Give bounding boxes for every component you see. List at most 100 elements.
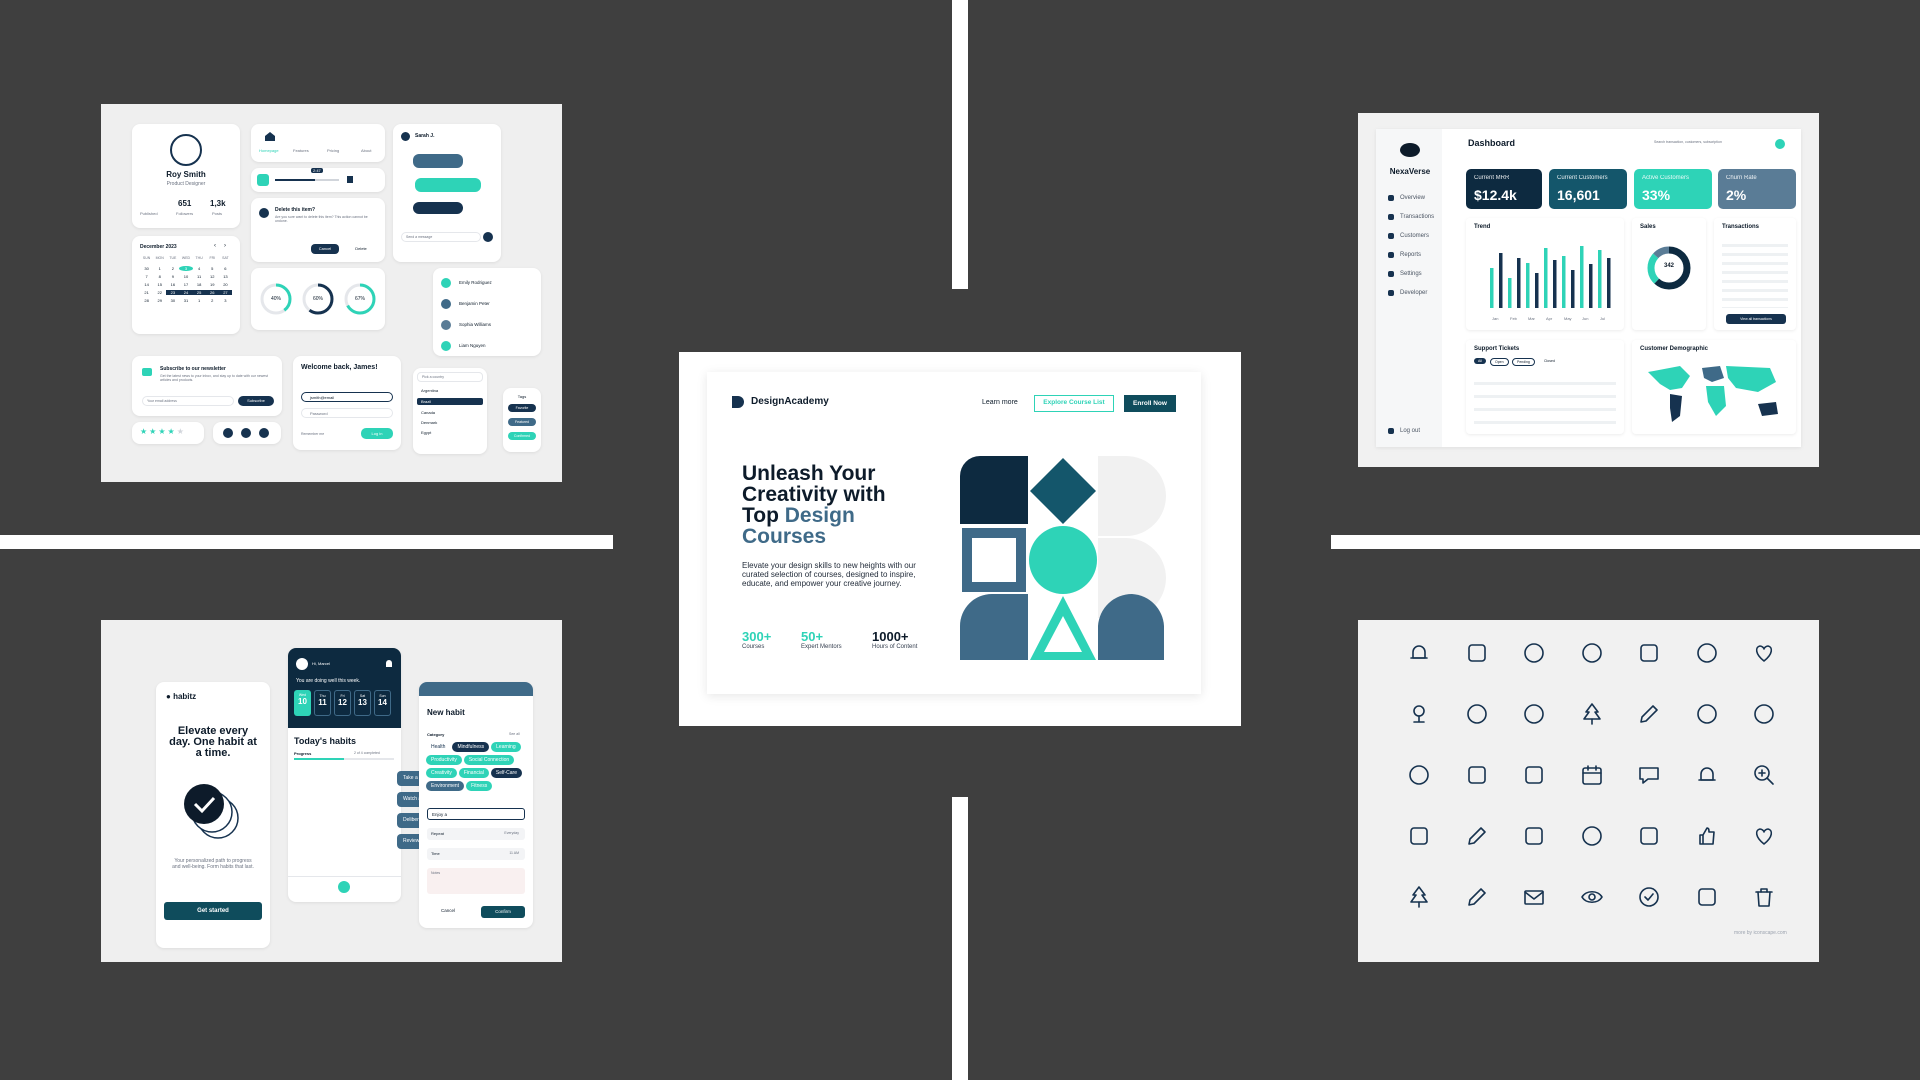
calendar-date[interactable]: 30 [140,266,153,271]
calendar-date[interactable]: 17 [179,282,192,287]
tag[interactable]: Favorite [508,404,536,412]
contact-name[interactable]: Sophia Williams [459,322,491,327]
calendar-date[interactable]: 9 [166,274,179,279]
category-chip[interactable]: Mindfulness [452,742,490,752]
calendar-date[interactable]: 14 [140,282,153,287]
enroll-now-button[interactable]: Enroll Now [1124,395,1176,412]
user-avatar[interactable] [1775,139,1785,149]
cancel-button[interactable]: Cancel [311,244,339,254]
calendar-date[interactable]: 10 [179,274,192,279]
landing-brand[interactable]: DesignAcademy [751,396,829,407]
calendar-date[interactable]: 27 [218,290,232,295]
category-chip[interactable]: Social Connection [463,755,515,765]
day-pill[interactable]: Sat 13 [354,690,371,716]
sidebar-item-customers[interactable]: Customers [1388,233,1429,239]
calendar-date[interactable]: 26 [205,290,219,295]
dropdown-option[interactable]: Argentina [421,388,438,393]
calendar-date[interactable]: 23 [166,290,180,295]
category-chip[interactable]: Creativity [426,768,457,778]
calendar-date[interactable]: 6 [219,266,232,271]
calendar-date[interactable]: 25 [192,290,206,295]
subscribe-button[interactable]: Subscribe [238,396,274,406]
dropdown-option[interactable]: Canada [421,410,435,415]
habit-name-input[interactable]: Enjoy a [427,808,525,820]
search-input[interactable]: Search transaction, customers, subscript… [1654,140,1750,144]
dropdown-select[interactable]: Pick a country [417,372,483,382]
calendar-date[interactable]: 15 [153,282,166,287]
calendar-date[interactable]: 8 [153,274,166,279]
calendar-date[interactable]: 2 [166,266,179,271]
view-all-transactions-button[interactable]: View all transactions [1726,314,1786,324]
voice-message[interactable] [413,202,463,214]
category-chip[interactable]: Self-Care [490,768,522,778]
category-chip[interactable]: Environment [426,781,465,791]
add-habit-button[interactable] [338,881,350,893]
calendar-date[interactable]: 31 [179,298,192,303]
calendar-date[interactable]: 13 [219,274,232,279]
category-chip[interactable]: Health [426,742,451,752]
calendar-date[interactable]: 29 [153,298,166,303]
category-chip[interactable]: Learning [491,742,521,752]
cancel-button[interactable]: Cancel [433,906,463,916]
remember-checkbox[interactable]: Remember me [301,432,324,436]
calendar-date[interactable]: 20 [219,282,232,287]
sidebar-item-settings[interactable]: Settings [1388,271,1422,277]
calendar-date[interactable]: 24 [179,290,193,295]
calendar-date[interactable]: 11 [193,274,206,279]
calendar-date[interactable]: 30 [166,298,179,303]
calendar-date[interactable]: 1 [153,266,166,271]
facebook-icon[interactable] [223,428,233,438]
filter-closed[interactable]: Closed [1540,358,1559,364]
chevron-right-icon[interactable]: › [224,243,226,249]
day-pill[interactable]: Fri 12 [334,690,351,716]
category-chip[interactable]: Productivity [426,755,462,765]
delete-button[interactable]: Delete [347,244,375,254]
volume-icon[interactable] [347,176,353,183]
confirm-button[interactable]: Confirm [481,906,525,918]
send-icon[interactable] [483,232,493,242]
logout-button[interactable]: Log out [1388,428,1420,434]
chat-input[interactable]: Send a message [401,232,481,242]
calendar-date[interactable]: 16 [166,282,179,287]
day-pill[interactable]: Sun 14 [374,690,391,716]
tag[interactable]: Featured [508,418,536,426]
calendar-date[interactable]: 1 [193,298,206,303]
instagram-icon[interactable] [241,428,251,438]
calendar-date[interactable]: 12 [206,274,219,279]
email-field[interactable]: jsmith@email [301,392,393,402]
contact-name[interactable]: Emily Rodriguez [459,280,492,285]
contact-name[interactable]: Benjamin Peter [459,301,490,306]
dropdown-option[interactable]: Egypt [421,430,431,435]
day-pill[interactable]: Thu 11 [314,690,331,716]
category-chip[interactable]: Fitness [466,781,493,791]
learn-more-link[interactable]: Learn more [982,399,1018,406]
filter-all[interactable]: All [1474,358,1486,364]
tab-pricing[interactable]: Pricing [327,148,339,153]
category-chip[interactable]: Financial [458,768,489,778]
sidebar-item-transactions[interactable]: Transactions [1388,214,1434,220]
explore-course-button[interactable]: Explore Course List [1034,395,1114,412]
time-select[interactable]: Time 11 AM [427,848,525,860]
star-rating[interactable]: ★★★★★ [140,427,186,436]
music-icon[interactable] [257,174,269,186]
calendar-date[interactable]: 21 [140,290,153,295]
twitter-icon[interactable] [259,428,269,438]
calendar-date[interactable]: 4 [193,266,206,271]
tag[interactable]: Confirmed [508,432,536,440]
calendar-date[interactable]: 2 [206,298,219,303]
calendar-date[interactable]: 18 [193,282,206,287]
dropdown-option-selected[interactable]: Brazil [417,398,483,405]
chevron-left-icon[interactable]: ‹ [214,243,216,249]
notes-textarea[interactable]: Notes [427,868,525,894]
calendar-date[interactable]: 22 [153,290,166,295]
tab-homepage[interactable]: Homepage [259,148,279,153]
filter-pending[interactable]: Pending [1512,358,1535,366]
sidebar-item-developer[interactable]: Developer [1388,290,1427,296]
tab-about[interactable]: About [361,148,371,153]
calendar-date[interactable]: 3 [179,266,193,271]
newsletter-email-input[interactable]: Your email address [142,396,234,406]
dropdown-option[interactable]: Denmark [421,420,437,425]
contact-name[interactable]: Liam Nguyen [459,343,486,348]
calendar-date[interactable]: 19 [206,282,219,287]
bell-icon[interactable] [386,660,392,667]
